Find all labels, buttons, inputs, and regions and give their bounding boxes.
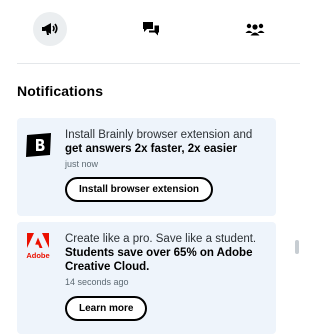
notification-message: Create like a pro. Save like a student. … — [65, 232, 272, 274]
brainly-logo — [25, 132, 53, 163]
tab-notifications[interactable] — [33, 12, 67, 46]
notification-card-brainly: Install Brainly browser extension and ge… — [17, 118, 276, 216]
top-tab-bar — [0, 0, 300, 56]
adobe-logo: Adobe — [25, 232, 51, 265]
notification-text-bold: Students save over 65% on Adobe Creative… — [65, 247, 253, 273]
notification-body: Install Brainly browser extension and ge… — [65, 128, 272, 202]
notification-timestamp: 14 seconds ago — [65, 277, 129, 287]
page-title: Notifications — [17, 83, 104, 99]
install-extension-button[interactable]: Install browser extension — [65, 177, 214, 202]
notification-card-adobe: Adobe Create like a pro. Save like a stu… — [17, 222, 276, 334]
notification-body: Create like a pro. Save like a student. … — [65, 232, 272, 321]
notifications-feed: Install Brainly browser extension and ge… — [17, 118, 300, 334]
chat-icon — [142, 21, 160, 37]
notification-text: Create like a pro. Save like a student. — [65, 233, 257, 245]
header-divider — [17, 63, 300, 64]
tab-messages[interactable] — [134, 12, 168, 46]
tab-friends[interactable] — [238, 12, 272, 46]
adobe-logo-text: Adobe — [26, 251, 49, 260]
friends-icon — [245, 22, 265, 36]
notification-message: Install Brainly browser extension and ge… — [65, 128, 272, 156]
notification-text-bold: get answers 2x faster, 2x easier — [65, 143, 237, 155]
notification-text: Install Brainly browser extension and — [65, 129, 253, 141]
learn-more-button[interactable]: Learn more — [65, 296, 148, 321]
notification-timestamp: just now — [65, 159, 99, 169]
feed-scrollbar[interactable] — [295, 240, 299, 254]
notifications-icon — [41, 21, 59, 37]
